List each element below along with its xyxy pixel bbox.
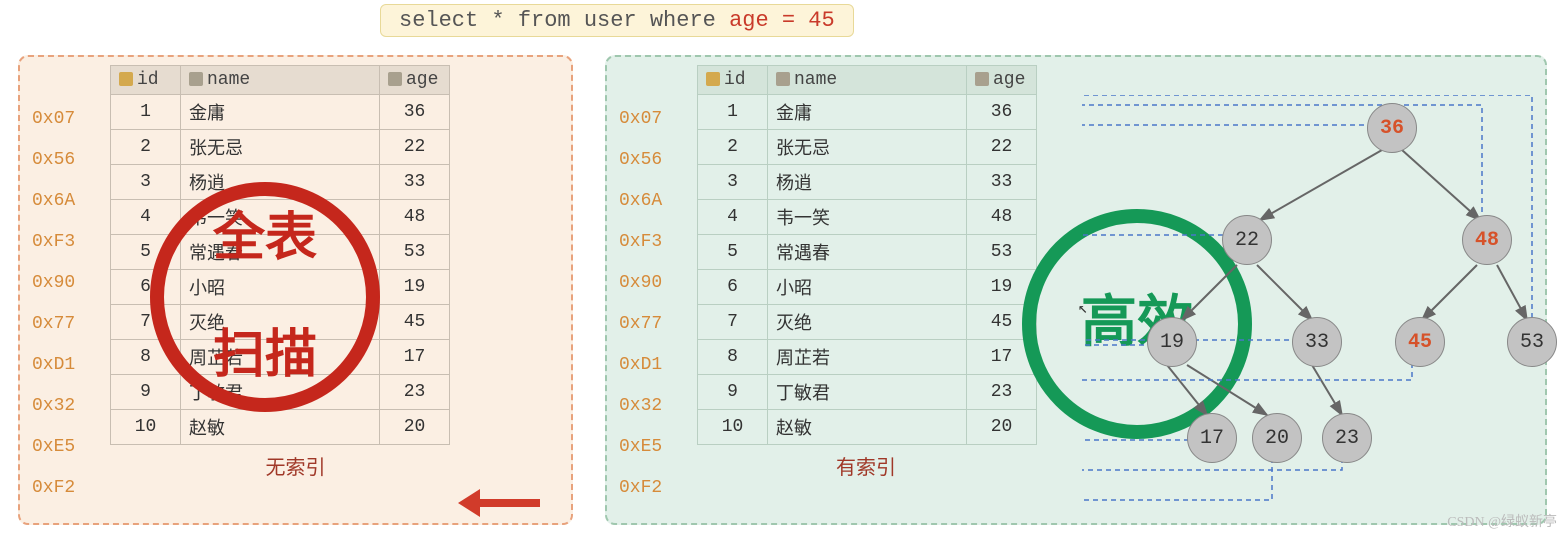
table-row: 1金庸36 [698,95,1037,130]
row-address: 0xF2 [32,468,75,509]
address-column-left: 0x070x560x6A0xF30x900x770xD10x320xE50xF2 [32,99,75,509]
tree-node-36: 36 [1367,103,1417,153]
address-column-right: 0x070x560x6A0xF30x900x770xD10x320xE50xF2 [619,99,662,509]
tree-node-20: 20 [1252,413,1302,463]
row-address: 0x07 [32,99,75,140]
scan-arrow-line [470,499,540,507]
row-address: 0x6A [32,181,75,222]
row-address: 0xF3 [619,222,662,263]
table-row: 2张无忌22 [111,130,450,165]
panel-with-index: 0x070x560x6A0xF30x900x770xD10x320xE50xF2… [605,55,1547,525]
tree-node-17: 17 [1187,413,1237,463]
table-row: 7灭绝45 [111,305,450,340]
pk-icon [706,72,720,86]
tree-node-48: 48 [1462,215,1512,265]
tree-node-33: 33 [1292,317,1342,367]
col-icon [388,72,402,86]
row-address: 0x32 [619,386,662,427]
user-table-left: id name age 1金庸362张无忌223杨逍334韦一笑485常遇春53… [110,65,450,445]
tree-node-19: 19 [1147,317,1197,367]
col-icon [975,72,989,86]
row-address: 0x77 [619,304,662,345]
row-address: 0x56 [619,140,662,181]
col-id: id [111,66,181,95]
table-row: 8周芷若17 [698,340,1037,375]
row-address: 0xE5 [32,427,75,468]
row-address: 0x6A [619,181,662,222]
cursor-icon: ↖ [1078,298,1088,318]
row-address: 0xD1 [32,345,75,386]
table-row: 6小昭19 [111,270,450,305]
table-row: 3杨逍33 [111,165,450,200]
table-row: 4韦一笑48 [111,200,450,235]
row-address: 0xE5 [619,427,662,468]
tree-node-53: 53 [1507,317,1557,367]
row-address: 0x56 [32,140,75,181]
table-row: 3杨逍33 [698,165,1037,200]
index-bst: 36 22 48 19 33 45 53 17 20 23 [1082,95,1542,505]
pk-icon [119,72,133,86]
row-address: 0xF2 [619,468,662,509]
table-row: 10赵敏20 [698,410,1037,445]
col-age: age [967,66,1037,95]
table-row: 1金庸36 [111,95,450,130]
col-age: age [380,66,450,95]
table-row: 5常遇春53 [698,235,1037,270]
row-address: 0x90 [32,263,75,304]
table-row: 8周芷若17 [111,340,450,375]
col-id: id [698,66,768,95]
col-icon [776,72,790,86]
sql-query-banner: select * from user where age = 45 [380,4,854,37]
row-address: 0xF3 [32,222,75,263]
table-row: 2张无忌22 [698,130,1037,165]
row-address: 0x32 [32,386,75,427]
tree-node-22: 22 [1222,215,1272,265]
watermark: CSDN @绿蚁新亭 [1447,511,1557,531]
row-address: 0xD1 [619,345,662,386]
table-row: 9丁敏君23 [111,375,450,410]
user-table-right: id name age 1金庸362张无忌223杨逍334韦一笑485常遇春53… [697,65,1037,445]
col-icon [189,72,203,86]
table-row: 10赵敏20 [111,410,450,445]
table-row: 6小昭19 [698,270,1037,305]
row-address: 0x77 [32,304,75,345]
table-row: 7灭绝45 [698,305,1037,340]
col-name: name [768,66,967,95]
col-name: name [181,66,380,95]
row-address: 0x07 [619,99,662,140]
table-row: 4韦一笑48 [698,200,1037,235]
row-address: 0x90 [619,263,662,304]
table-row: 9丁敏君23 [698,375,1037,410]
sql-text: select * from user where [399,8,729,33]
tree-node-23: 23 [1322,413,1372,463]
table-row: 5常遇春53 [111,235,450,270]
sql-condition: age = 45 [729,8,835,33]
tree-node-45: 45 [1395,317,1445,367]
